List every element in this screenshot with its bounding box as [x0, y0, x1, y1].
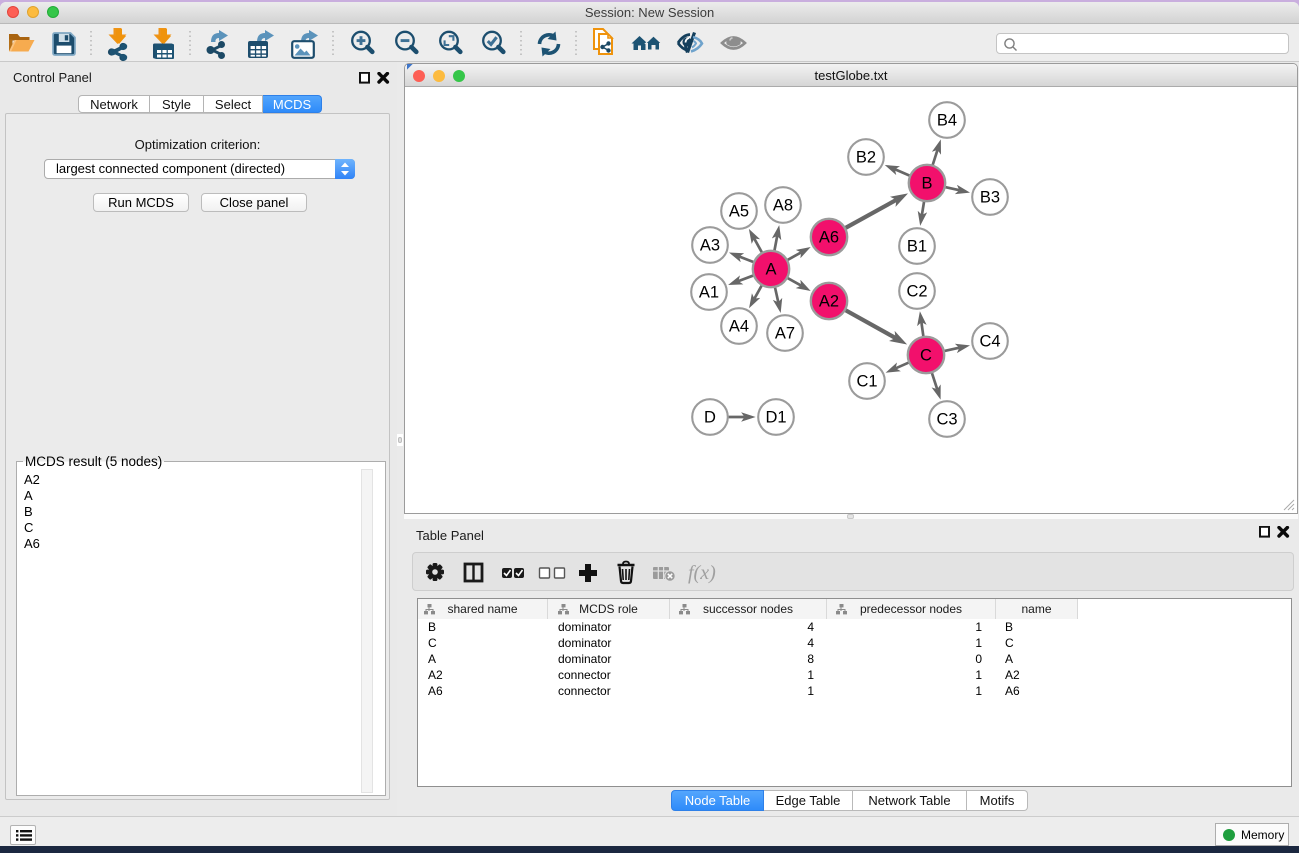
svg-text:D1: D1 [765, 409, 786, 427]
svg-text:B1: B1 [907, 238, 927, 256]
svg-text:A1: A1 [699, 284, 719, 302]
svg-text:f(x): f(x) [688, 562, 716, 584]
svg-text:A4: A4 [729, 318, 749, 336]
svg-text:C1: C1 [856, 373, 877, 391]
svg-text:A5: A5 [729, 203, 749, 221]
svg-text:B4: B4 [937, 112, 957, 130]
svg-text:C: C [920, 347, 932, 365]
svg-text:C3: C3 [936, 411, 957, 429]
svg-text:B2: B2 [856, 149, 876, 167]
svg-text:B3: B3 [980, 189, 1000, 207]
svg-text:A8: A8 [773, 197, 793, 215]
svg-text:B: B [921, 175, 932, 193]
svg-text:A7: A7 [775, 325, 795, 343]
svg-text:D: D [704, 409, 716, 427]
svg-text:A2: A2 [819, 293, 839, 311]
svg-text:C4: C4 [979, 333, 1000, 351]
svg-text:C2: C2 [906, 283, 927, 301]
svg-text:A3: A3 [700, 237, 720, 255]
svg-text:A: A [765, 261, 776, 279]
svg-text:A6: A6 [819, 229, 839, 247]
